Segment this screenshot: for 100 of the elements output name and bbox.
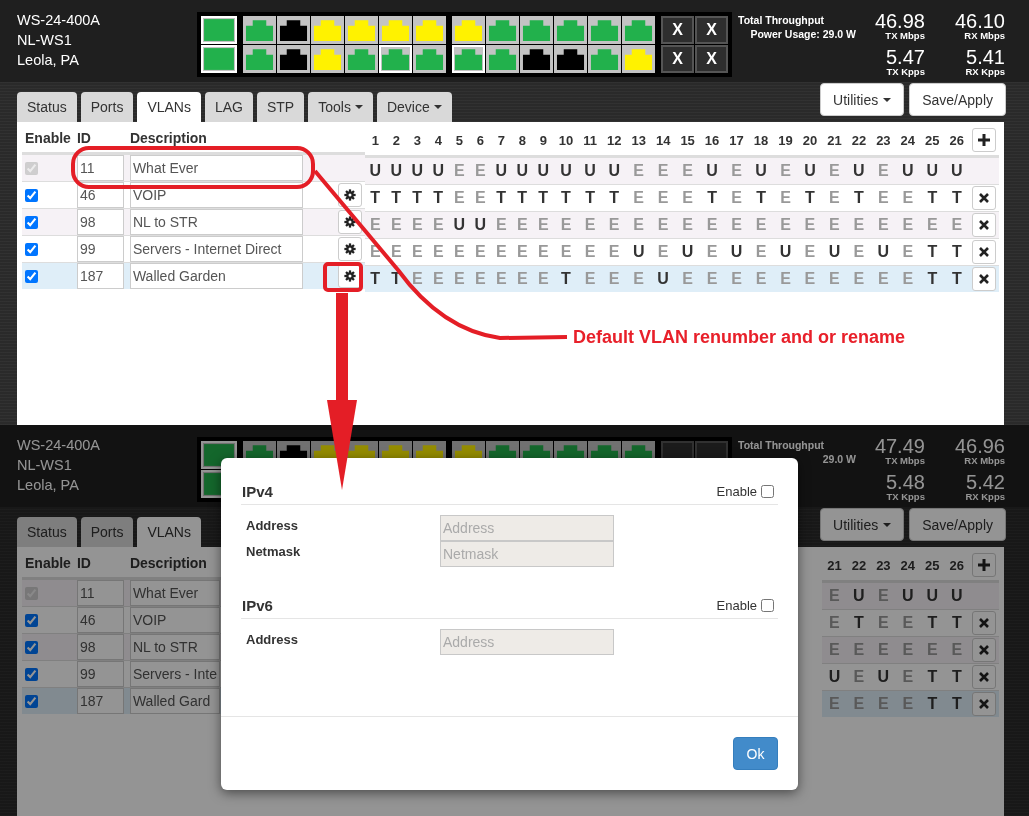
ok-button[interactable]: Ok xyxy=(733,737,778,770)
input-field[interactable]: Address xyxy=(440,515,614,541)
port-mode-cell[interactable]: U xyxy=(532,156,554,185)
vlan-row[interactable]: 11 What Ever xyxy=(22,153,365,181)
tab[interactable]: STP xyxy=(257,92,305,122)
port-mode-cell[interactable]: E xyxy=(699,265,725,292)
vlan-id-field[interactable]: 99 xyxy=(76,660,124,687)
delete-button[interactable] xyxy=(972,240,996,264)
vlan-row[interactable]: 187 Walled Garden xyxy=(22,262,365,289)
port-mode-cell[interactable]: E xyxy=(469,265,491,292)
vlan-row[interactable]: T T T T E E T T T T T T E E E T E T E T E T E E T T xyxy=(364,184,999,212)
port-mode-cell[interactable]: U xyxy=(490,156,512,185)
delete-button[interactable] xyxy=(972,213,996,237)
port-mode-cell[interactable]: E xyxy=(871,265,896,292)
vlan-id-field[interactable]: 11 xyxy=(76,154,124,181)
port-mode-cell[interactable]: T xyxy=(920,609,945,637)
port-mode-cell[interactable]: U xyxy=(822,663,847,691)
input-field[interactable]: Address xyxy=(440,629,614,655)
port-mode-cell[interactable]: U xyxy=(448,211,470,239)
port-mode-cell[interactable]: E xyxy=(626,156,651,185)
description-field[interactable]: Servers - Inte xyxy=(129,660,220,687)
port-mode-cell[interactable]: U xyxy=(871,663,896,691)
vlan-row[interactable]: E E E E U U E E E E E E E E E E E E E E E E E E E E xyxy=(364,211,999,239)
delete-button[interactable] xyxy=(972,186,996,210)
description-field[interactable]: VOIP xyxy=(129,606,220,633)
port-mode-cell[interactable]: E xyxy=(846,238,872,266)
enable-checkbox[interactable] xyxy=(25,614,38,628)
port-mode-cell[interactable]: U xyxy=(364,156,386,185)
port-mode-cell[interactable]: E xyxy=(406,265,428,292)
port-mode-cell[interactable]: E xyxy=(895,184,921,212)
port-icon[interactable] xyxy=(277,45,310,73)
port-mode-cell[interactable]: E xyxy=(448,184,470,212)
port-mode-cell[interactable]: T xyxy=(920,690,945,717)
port-mode-cell[interactable]: T xyxy=(699,184,725,212)
description-field[interactable]: What Ever xyxy=(129,579,220,606)
port-mode-cell[interactable]: E xyxy=(699,238,725,266)
tab[interactable]: LAG xyxy=(204,92,253,122)
port-mode-cell[interactable]: E xyxy=(385,238,407,266)
port-mode-cell[interactable]: T xyxy=(490,184,512,212)
port-mode-cell[interactable]: E xyxy=(626,184,651,212)
tab[interactable]: Status xyxy=(17,92,77,122)
port-mode-cell[interactable]: E xyxy=(675,265,700,292)
vlan-row[interactable]: E T E E T T xyxy=(822,609,999,637)
port-mode-cell[interactable]: E xyxy=(364,211,386,239)
port-mode-cell[interactable]: E xyxy=(406,238,428,266)
port-mode-cell[interactable]: U xyxy=(699,156,725,185)
port-mode-cell[interactable]: T xyxy=(797,184,823,212)
port-mode-cell[interactable]: E xyxy=(822,265,847,292)
vlan-id-field[interactable]: 98 xyxy=(76,208,124,235)
port-mode-cell[interactable]: T xyxy=(511,184,533,212)
port-mode-cell[interactable]: E xyxy=(871,609,896,637)
port-mode-cell[interactable]: T xyxy=(553,265,579,292)
port-mode-cell[interactable]: E xyxy=(448,156,470,185)
toolbar-button[interactable]: Utilities xyxy=(820,508,905,541)
port-mode-cell[interactable]: U xyxy=(626,238,651,266)
description-field[interactable]: NL to STR xyxy=(129,633,220,660)
enable-checkbox[interactable] xyxy=(25,695,38,709)
port-mode-cell[interactable]: U xyxy=(748,156,774,185)
port-mode-cell[interactable]: U xyxy=(920,581,945,610)
delete-button[interactable] xyxy=(972,692,996,716)
port-mode-cell[interactable]: E xyxy=(553,238,579,266)
port-mode-cell[interactable]: E xyxy=(797,265,823,292)
port-mode-cell[interactable]: E xyxy=(385,211,407,239)
port-mode-cell[interactable]: E xyxy=(448,265,470,292)
port-mode-cell[interactable]: E xyxy=(578,265,602,292)
port-mode-cell[interactable]: E xyxy=(895,211,921,239)
vlan-id-field[interactable]: 187 xyxy=(76,262,124,289)
port-mode-cell[interactable]: T xyxy=(944,184,969,212)
port-mode-cell[interactable]: E xyxy=(724,265,749,292)
port-mode-cell[interactable]: E xyxy=(675,156,700,185)
port-mode-cell[interactable]: U xyxy=(822,238,847,266)
port-mode-cell[interactable]: T xyxy=(364,265,386,292)
delete-button[interactable] xyxy=(972,611,996,635)
port-mode-cell[interactable]: E xyxy=(773,184,798,212)
toolbar-button[interactable]: Save/Apply xyxy=(909,508,1006,541)
port-mode-cell[interactable]: E xyxy=(675,211,700,239)
port-mode-cell[interactable]: T xyxy=(578,184,602,212)
delete-button[interactable] xyxy=(972,638,996,662)
port-mode-cell[interactable]: T xyxy=(944,265,969,292)
enable-checkbox[interactable] xyxy=(25,189,38,203)
port-icon[interactable] xyxy=(554,45,587,73)
port-mode-cell[interactable]: E xyxy=(406,211,428,239)
port-mode-cell[interactable]: T xyxy=(532,184,554,212)
port-mode-cell[interactable]: E xyxy=(601,265,627,292)
port-mode-cell[interactable]: E xyxy=(469,184,491,212)
port-mode-cell[interactable]: T xyxy=(748,184,774,212)
port-mode-cell[interactable]: E xyxy=(748,265,774,292)
port-mode-cell[interactable]: T xyxy=(846,184,872,212)
tab[interactable]: Tools xyxy=(308,92,373,122)
port-mode-cell[interactable]: E xyxy=(748,238,774,266)
port-icon[interactable] xyxy=(520,45,553,73)
description-field[interactable]: NL to STR xyxy=(129,208,303,235)
port-mode-cell[interactable]: E xyxy=(773,265,798,292)
add-vlan-button[interactable] xyxy=(972,128,996,152)
port-mode-cell[interactable]: E xyxy=(895,238,921,266)
description-field[interactable]: Servers - Internet Direct xyxy=(129,235,303,262)
port-mode-cell[interactable]: U xyxy=(773,238,798,266)
port-mode-cell[interactable]: E xyxy=(490,211,512,239)
port-mode-cell[interactable]: U xyxy=(871,238,896,266)
port-mode-cell[interactable]: U xyxy=(385,156,407,185)
